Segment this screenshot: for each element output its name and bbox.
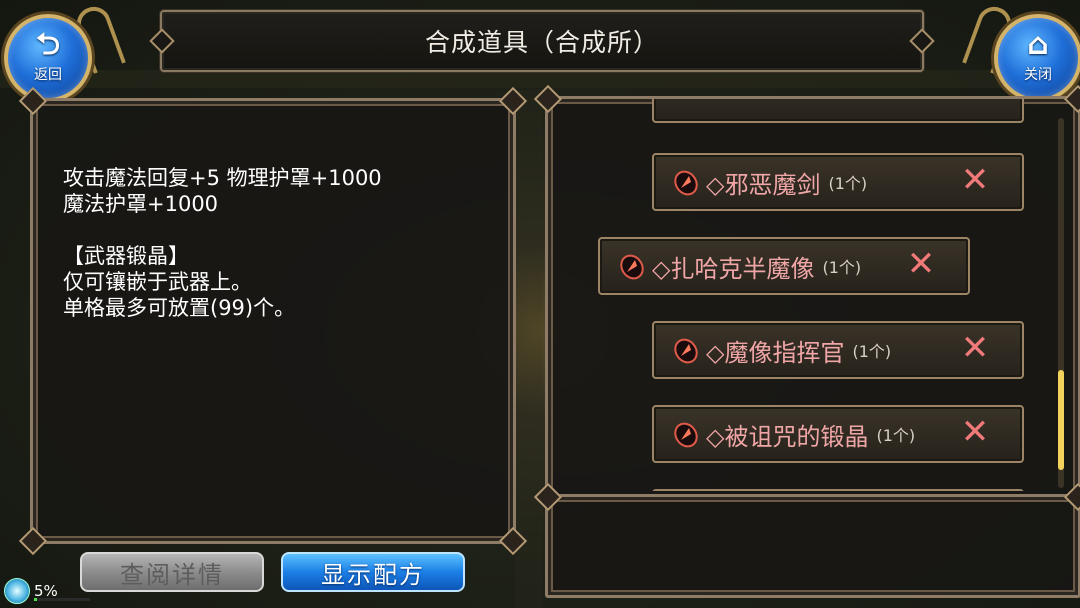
item-quantity: (1个) xyxy=(828,174,868,193)
view-details-button[interactable]: 查阅详情 xyxy=(80,552,264,592)
back-button[interactable]: ⮌ 返回 xyxy=(4,14,92,102)
back-label: 返回 xyxy=(34,67,62,83)
bottom-info-panel xyxy=(533,482,1080,598)
item-name: ◇邪恶魔剑 xyxy=(706,170,821,199)
item-quantity: (1个) xyxy=(876,426,916,445)
list-item-partial xyxy=(652,489,1024,491)
remove-icon[interactable]: ✕ xyxy=(904,247,938,281)
crystal-gem-icon xyxy=(674,170,698,196)
item-name: ◇扎哈克半魔像 xyxy=(652,254,815,283)
remove-icon[interactable]: ✕ xyxy=(958,163,992,197)
item-description: 攻击魔法回复+5 物理护罩+1000 魔法护罩+1000 【武器锻晶】 仅可镶嵌… xyxy=(63,165,503,321)
list-item[interactable]: ◇被诅咒的锻晶 (1个) ✕ xyxy=(652,405,1024,463)
return-arrow-icon: ⮌ xyxy=(35,27,61,62)
home-icon: ⌂ xyxy=(1027,27,1049,62)
material-list[interactable]: ◇邪恶魔剑 (1个) ✕ ◇扎哈克半魔像 (1个) ✕ ◇魔像指挥官 (1个) … xyxy=(548,99,1053,491)
title-bar: 合成道具（合成所） xyxy=(149,10,935,72)
remove-icon[interactable]: ✕ xyxy=(958,415,992,449)
remove-icon[interactable]: ✕ xyxy=(958,331,992,365)
description-line: 【武器锻晶】 xyxy=(63,244,189,268)
status-progress-fill xyxy=(34,598,37,601)
item-name: ◇魔像指挥官 xyxy=(706,338,845,367)
scrollbar-thumb[interactable] xyxy=(1058,370,1064,470)
description-line: 魔法护罩+1000 xyxy=(63,192,219,216)
crystal-gem-icon xyxy=(674,338,698,364)
description-line: 单格最多可放置(99)个。 xyxy=(63,296,296,320)
close-label: 关闭 xyxy=(1024,67,1052,83)
list-item-partial xyxy=(652,99,1024,123)
list-item[interactable]: ◇邪恶魔剑 (1个) ✕ xyxy=(652,153,1024,211)
close-button[interactable]: ⌂ 关闭 xyxy=(994,14,1080,102)
page-title: 合成道具（合成所） xyxy=(424,28,659,57)
item-description-panel: 攻击魔法回复+5 物理护罩+1000 魔法护罩+1000 【武器锻晶】 仅可镶嵌… xyxy=(18,86,528,556)
energy-orb-icon xyxy=(4,578,30,604)
description-line: 攻击魔法回复+5 物理护罩+1000 xyxy=(63,166,382,190)
show-recipe-button[interactable]: 显示配方 xyxy=(281,552,465,592)
crystal-gem-icon xyxy=(674,422,698,448)
item-name: ◇被诅咒的锻晶 xyxy=(706,422,869,451)
list-item-selected[interactable]: ◇扎哈克半魔像 (1个) ✕ xyxy=(598,237,970,295)
item-quantity: (1个) xyxy=(822,258,862,277)
crystal-gem-icon xyxy=(620,254,644,280)
description-line: 仅可镶嵌于武器上。 xyxy=(63,270,252,294)
list-item[interactable]: ◇魔像指挥官 (1个) ✕ xyxy=(652,321,1024,379)
item-quantity: (1个) xyxy=(852,342,892,361)
status-progress-bar xyxy=(34,598,90,601)
